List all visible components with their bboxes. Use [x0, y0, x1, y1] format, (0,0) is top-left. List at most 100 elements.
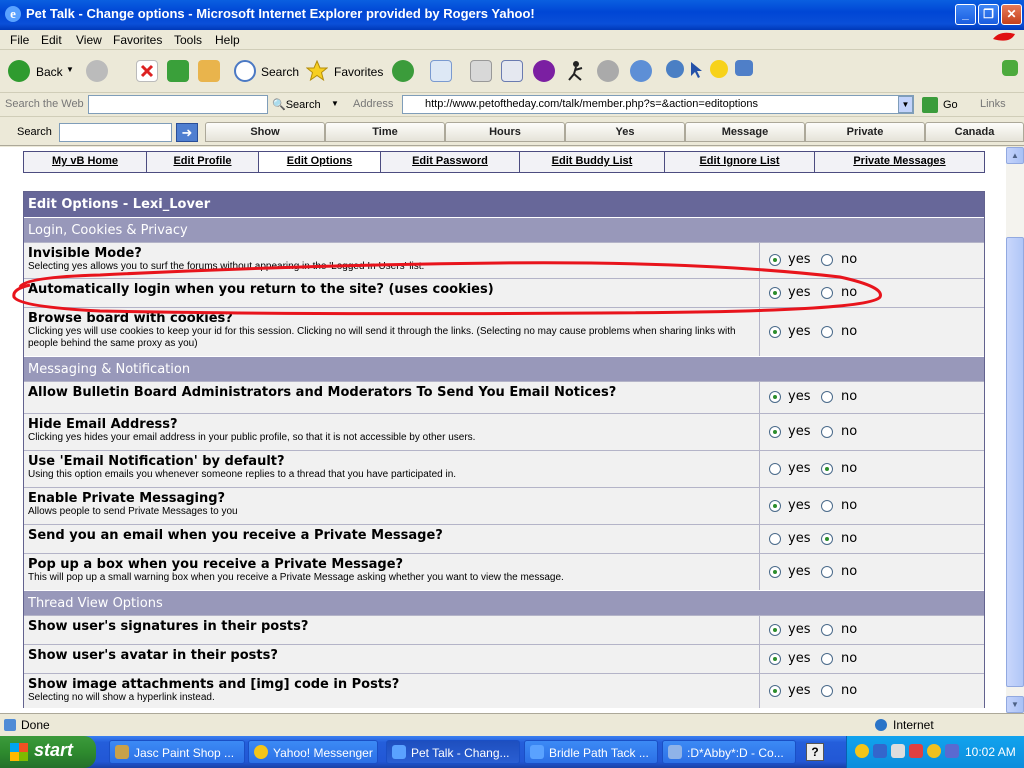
close-button[interactable]: ✕ — [1001, 4, 1022, 25]
radio-yes[interactable] — [769, 426, 781, 438]
radio-no[interactable] — [821, 426, 833, 438]
radio-no-label[interactable]: no — [841, 389, 857, 404]
nav-my-vb-home[interactable]: My vB Home — [24, 152, 147, 172]
linkbar-go-arrow-icon[interactable]: ➜ — [176, 123, 198, 142]
tab-hours[interactable]: Hours — [445, 122, 565, 142]
nav-edit-buddy-list[interactable]: Edit Buddy List — [520, 152, 665, 172]
tab-canada[interactable]: Canada — [925, 122, 1024, 142]
task-pet-talk[interactable]: Pet Talk - Chang... — [386, 740, 520, 764]
radio-yes-label[interactable]: yes — [788, 324, 810, 339]
radio-no-label[interactable]: no — [841, 324, 857, 339]
cursor-icon[interactable] — [688, 60, 710, 82]
radio-yes-label[interactable]: yes — [788, 389, 810, 404]
toolbar-refresh-icon[interactable] — [1002, 60, 1018, 76]
radio-no-label[interactable]: no — [841, 622, 857, 637]
radio-no[interactable] — [821, 685, 833, 697]
radio-yes[interactable] — [769, 287, 781, 299]
radio-no[interactable] — [821, 326, 833, 338]
tray-antivirus-icon[interactable] — [909, 744, 923, 758]
go-button[interactable]: Go — [943, 99, 958, 111]
radio-no[interactable] — [821, 624, 833, 636]
task-yahoo-messenger[interactable]: Yahoo! Messenger — [248, 740, 378, 764]
radio-yes-label[interactable]: yes — [788, 498, 810, 513]
nav-edit-password[interactable]: Edit Password — [381, 152, 520, 172]
radio-yes[interactable] — [769, 463, 781, 475]
smiley-icon[interactable] — [710, 60, 728, 78]
radio-yes[interactable] — [769, 254, 781, 266]
help-question-icon[interactable]: ? — [806, 743, 824, 761]
tab-show[interactable]: Show — [205, 122, 325, 142]
refresh-icon[interactable] — [167, 60, 189, 82]
menu-view[interactable]: View — [76, 33, 102, 47]
favorites-button[interactable]: Favorites — [334, 65, 383, 79]
messenger-icon[interactable] — [630, 60, 652, 82]
radio-no-label[interactable]: no — [841, 252, 857, 267]
radio-no-label[interactable]: no — [841, 531, 857, 546]
back-arrow-icon[interactable] — [8, 60, 30, 82]
radio-yes[interactable] — [769, 500, 781, 512]
vertical-scrollbar[interactable]: ▲ ▼ — [1006, 147, 1024, 713]
radio-no[interactable] — [821, 653, 833, 665]
radio-yes-label[interactable]: yes — [788, 683, 810, 698]
radio-no-label[interactable]: no — [841, 424, 857, 439]
radio-no-label[interactable]: no — [841, 461, 857, 476]
radio-yes[interactable] — [769, 533, 781, 545]
scroll-up-icon[interactable]: ▲ — [1006, 147, 1024, 164]
home-icon[interactable] — [198, 60, 220, 82]
favorites-star-icon[interactable] — [305, 59, 329, 82]
task-paint-shop[interactable]: Jasc Paint Shop ... — [109, 740, 245, 764]
radio-yes[interactable] — [769, 391, 781, 403]
radio-no[interactable] — [821, 500, 833, 512]
stop-icon[interactable] — [136, 60, 158, 82]
tray-network-icon[interactable] — [873, 744, 887, 758]
scroll-down-icon[interactable]: ▼ — [1006, 696, 1024, 713]
radio-no-label[interactable]: no — [841, 285, 857, 300]
radio-yes[interactable] — [769, 566, 781, 578]
aim-runner-icon[interactable] — [565, 60, 587, 82]
tab-message[interactable]: Message — [685, 122, 805, 142]
back-button[interactable]: Back — [36, 65, 63, 79]
radio-no[interactable] — [821, 287, 833, 299]
nav-private-messages[interactable]: Private Messages — [815, 152, 984, 172]
mail-icon[interactable] — [430, 60, 452, 82]
toolbar-extra-icon-1[interactable] — [666, 60, 684, 78]
radio-yes[interactable] — [769, 685, 781, 697]
radio-yes-label[interactable]: yes — [788, 285, 810, 300]
nav-edit-options[interactable]: Edit Options — [259, 152, 381, 172]
minimize-button[interactable]: _ — [955, 4, 976, 25]
search-icon[interactable] — [234, 60, 256, 82]
radio-yes-label[interactable]: yes — [788, 531, 810, 546]
nav-edit-ignore-list[interactable]: Edit Ignore List — [665, 152, 815, 172]
radio-yes-label[interactable]: yes — [788, 564, 810, 579]
task-bridle-path[interactable]: Bridle Path Tack ... — [524, 740, 658, 764]
back-dropdown-icon[interactable]: ▼ — [66, 65, 74, 74]
radio-no-label[interactable]: no — [841, 683, 857, 698]
radio-no-label[interactable]: no — [841, 498, 857, 513]
radio-no[interactable] — [821, 391, 833, 403]
search-button[interactable]: Search — [261, 65, 299, 79]
menu-favorites[interactable]: Favorites — [113, 33, 162, 47]
tab-time[interactable]: Time — [325, 122, 445, 142]
tray-misc-icon[interactable] — [945, 744, 959, 758]
task-abby-chat[interactable]: :D*Abby*:D - Co... — [662, 740, 796, 764]
tab-yes[interactable]: Yes — [565, 122, 685, 142]
tab-private[interactable]: Private — [805, 122, 925, 142]
maximize-button[interactable]: ❐ — [978, 4, 999, 25]
yahoo-messenger-icon[interactable] — [533, 60, 555, 82]
radio-yes-label[interactable]: yes — [788, 424, 810, 439]
radio-no[interactable] — [821, 254, 833, 266]
start-button[interactable]: start — [0, 736, 96, 768]
radio-no[interactable] — [821, 533, 833, 545]
address-input[interactable]: http://www.petoftheday.com/talk/member.p… — [402, 95, 914, 114]
tray-aim-icon[interactable] — [927, 744, 941, 758]
menu-file[interactable]: File — [10, 33, 29, 47]
radio-no-label[interactable]: no — [841, 651, 857, 666]
tray-volume-icon[interactable] — [891, 744, 905, 758]
radio-yes[interactable] — [769, 326, 781, 338]
radio-no-label[interactable]: no — [841, 564, 857, 579]
edit-icon[interactable] — [501, 60, 523, 82]
radio-no[interactable] — [821, 463, 833, 475]
address-dropdown-icon[interactable]: ▼ — [898, 96, 913, 113]
radio-yes-label[interactable]: yes — [788, 252, 810, 267]
radio-yes[interactable] — [769, 653, 781, 665]
